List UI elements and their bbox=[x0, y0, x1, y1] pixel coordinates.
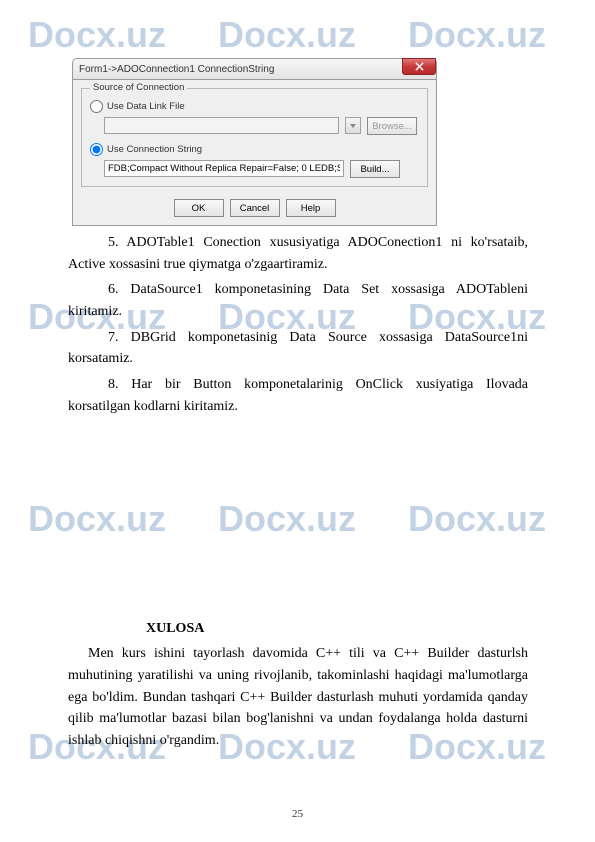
source-of-connection-group: Source of Connection Use Data Link File … bbox=[81, 88, 428, 187]
dialog-titlebar: Form1->ADOConnection1 ConnectionString bbox=[72, 58, 437, 80]
dialog-body: Source of Connection Use Data Link File … bbox=[72, 80, 437, 226]
paragraph-5: 5. ADOTable1 Conection xususiyatiga ADOC… bbox=[68, 232, 528, 275]
document-content: 5. ADOTable1 Conection xususiyatiga ADOC… bbox=[68, 232, 528, 756]
browse-button[interactable]: Browse... bbox=[367, 117, 417, 135]
connection-string-input[interactable] bbox=[104, 160, 344, 177]
paragraph-6: 6. DataSource1 komponetasining Data Set … bbox=[68, 279, 528, 322]
page-number: 25 bbox=[0, 808, 595, 820]
xulosa-heading: XULOSA bbox=[68, 618, 528, 640]
watermark: Docx.uz bbox=[408, 14, 546, 56]
paragraph-8: 8. Har bir Button komponetalarinig OnCli… bbox=[68, 374, 528, 417]
watermark: Docx.uz bbox=[28, 14, 166, 56]
radio-datalink-input[interactable] bbox=[90, 100, 103, 113]
radio-connstr-label: Use Connection String bbox=[107, 144, 202, 155]
paragraph-7: 7. DBGrid komponetasinig Data Source xos… bbox=[68, 327, 528, 370]
radio-use-datalink[interactable]: Use Data Link File bbox=[90, 100, 419, 113]
dialog-title: Form1->ADOConnection1 ConnectionString bbox=[79, 64, 274, 75]
watermark: Docx.uz bbox=[218, 14, 356, 56]
build-button[interactable]: Build... bbox=[350, 160, 400, 178]
group-label: Source of Connection bbox=[90, 82, 187, 93]
cancel-button[interactable]: Cancel bbox=[230, 199, 280, 217]
help-button[interactable]: Help bbox=[286, 199, 336, 217]
datalink-file-input bbox=[104, 117, 339, 134]
xulosa-body: Men kurs ishini tayorlash davomida C++ t… bbox=[68, 643, 528, 751]
connection-string-dialog: Form1->ADOConnection1 ConnectionString S… bbox=[72, 58, 437, 226]
radio-connstr-input[interactable] bbox=[90, 143, 103, 156]
close-icon bbox=[415, 62, 424, 71]
dialog-button-row: OK Cancel Help bbox=[81, 197, 428, 217]
close-button[interactable] bbox=[402, 58, 436, 75]
datalink-dropdown-button[interactable] bbox=[345, 117, 361, 134]
radio-datalink-label: Use Data Link File bbox=[107, 101, 185, 112]
radio-use-connection-string[interactable]: Use Connection String bbox=[90, 143, 419, 156]
ok-button[interactable]: OK bbox=[174, 199, 224, 217]
